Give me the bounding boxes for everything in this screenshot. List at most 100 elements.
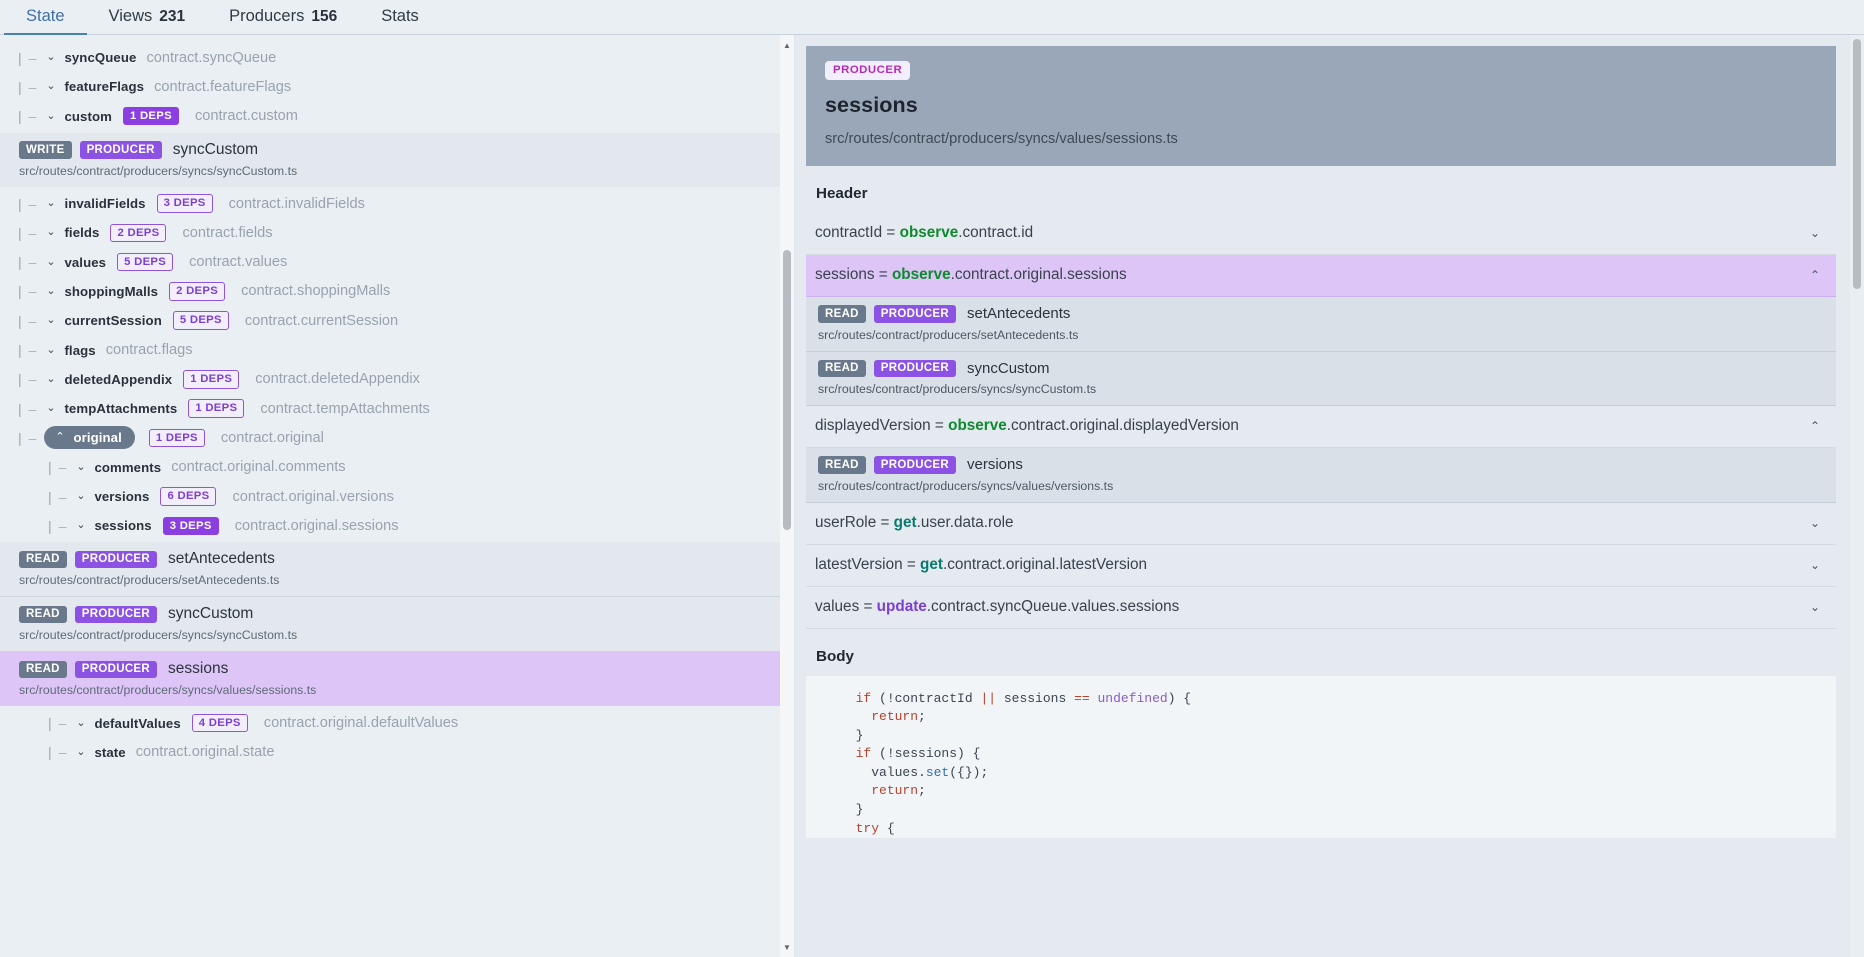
producer-card-header: READ PRODUCER versions	[818, 456, 1824, 474]
chevron-up-icon[interactable]: ⌃	[1810, 269, 1820, 281]
header-dependency-row[interactable]: sessions = observe.contract.original.ses…	[806, 255, 1836, 297]
tree-scrollbar-thumb[interactable]	[783, 250, 791, 530]
equals-sign: =	[882, 224, 900, 241]
chevron-down-icon[interactable]: ⌄	[74, 746, 87, 758]
header-dependency-row[interactable]: latestVersion = get.contract.original.la…	[806, 545, 1836, 587]
selected-node-pill[interactable]: ⌃ original	[44, 426, 135, 450]
chevron-down-icon[interactable]: ⌄	[1810, 227, 1820, 239]
header-section-title: Header	[816, 185, 868, 202]
chevron-down-icon[interactable]: ⌄	[44, 198, 57, 209]
deps-badge[interactable]: 5 DEPS	[172, 311, 229, 330]
dependency-keyword: observe	[891, 266, 951, 283]
state-tree-row[interactable]: | – ⌄ deletedAppendix 1 DEPS contract.deleted…	[0, 365, 794, 394]
chevron-down-icon[interactable]: ⌄	[44, 110, 57, 122]
deps-badge[interactable]: 3 DEPS	[156, 194, 213, 213]
chevron-down-icon[interactable]: ⌄	[44, 403, 57, 414]
tree-guide-icon: | –	[48, 744, 67, 761]
deps-badge[interactable]: 2 DEPS	[110, 223, 167, 243]
state-tree-row[interactable]: | – ⌄ featureFlags contract.featureFlags	[0, 72, 794, 101]
dependency-producer-card[interactable]: READ PRODUCER syncCustom src/routes/contrac…	[806, 351, 1836, 406]
chevron-down-icon[interactable]: ⌄	[74, 491, 87, 502]
detail-scrollbar-thumb[interactable]	[1853, 39, 1861, 289]
state-tree-row[interactable]: | – ⌄ fields 2 DEPS contract.fields	[0, 218, 794, 247]
node-state-path: contract.tempAttachments	[260, 400, 430, 417]
chevron-down-icon[interactable]: ⌄	[1810, 517, 1820, 529]
tab-producers[interactable]: Producers 156	[207, 0, 359, 35]
code-token: ({});	[949, 764, 989, 780]
node-name: versions	[94, 489, 150, 504]
node-name: state	[94, 744, 126, 760]
chevron-up-icon[interactable]: ⌃	[53, 432, 66, 443]
chevron-down-icon[interactable]: ⌄	[74, 520, 87, 531]
chevron-down-icon[interactable]: ⌄	[44, 256, 57, 268]
chevron-down-icon[interactable]: ⌄	[44, 285, 57, 297]
deps-badge[interactable]: 2 DEPS	[169, 282, 226, 301]
main-tabbar: State Views 231 Producers 156 Stats	[0, 0, 1864, 35]
tab-stats[interactable]: Stats	[359, 0, 441, 35]
producer-card-header: READ PRODUCER syncCustom	[19, 605, 782, 624]
deps-badge[interactable]: 6 DEPS	[160, 487, 217, 506]
tab-views[interactable]: Views 231	[87, 0, 208, 35]
state-tree-row[interactable]: | – ⌄ state contract.original.state	[0, 738, 794, 767]
dependency-keyword: update	[876, 597, 927, 615]
producer-path: src/routes/contract/producers/syncs/valu…	[19, 683, 317, 698]
chevron-down-icon[interactable]: ⌄	[44, 52, 57, 63]
code-line: try {	[806, 820, 1836, 839]
state-tree-row[interactable]: | – ⌄ comments contract.original.comments	[0, 453, 794, 482]
deps-badge[interactable]: 1 DEPS	[122, 106, 179, 126]
chevron-down-icon[interactable]: ⌄	[44, 315, 57, 326]
scroll-down-arrow-icon[interactable]: ▼	[780, 939, 794, 955]
state-tree-row[interactable]: | – ⌄ sessions 3 DEPS contract.original.sessi…	[0, 511, 794, 540]
code-token: return	[871, 783, 919, 799]
chevron-down-icon[interactable]: ⌄	[44, 81, 57, 92]
deps-badge[interactable]: 1 DEPS	[148, 428, 205, 448]
header-dependency-row[interactable]: displayedVersion = observe.contract.orig…	[806, 406, 1836, 448]
detail-scrollbar[interactable]	[1850, 35, 1864, 957]
code-token: return	[871, 709, 919, 725]
dependency-producer-card[interactable]: READ PRODUCER versions src/routes/contract/…	[806, 448, 1836, 503]
state-tree-row[interactable]: | – ⌃ original 1 DEPS contract.original	[0, 423, 794, 452]
tree-scrollbar[interactable]: ▲ ▼	[780, 35, 794, 957]
deps-badge[interactable]: 4 DEPS	[191, 713, 248, 733]
state-tree-row[interactable]: | – ⌄ currentSession 5 DEPS contract.currentS…	[0, 306, 794, 335]
state-tree-row[interactable]: | – ⌄ syncQueue contract.syncQueue	[0, 43, 794, 72]
chevron-down-icon[interactable]: ⌄	[44, 344, 57, 356]
state-tree-row[interactable]: | – ⌄ versions 6 DEPS contract.original.versi…	[0, 482, 794, 511]
state-tree-row[interactable]: | – ⌄ defaultValues 4 DEPS contract.original.…	[0, 708, 794, 737]
node-state-path: contract.shoppingMalls	[241, 283, 391, 300]
producer-detail-scroll: PRODUCER sessions src/routes/contract/pr…	[795, 35, 1850, 957]
chevron-down-icon[interactable]: ⌄	[1810, 601, 1820, 613]
chevron-down-icon[interactable]: ⌄	[74, 717, 87, 729]
state-tree-row[interactable]: | – ⌄ shoppingMalls 2 DEPS contract.shoppingM…	[0, 277, 794, 306]
dependency-producer-card[interactable]: READ PRODUCER setAntecedents src/routes/con…	[806, 297, 1836, 352]
tree-guide-icon: | –	[48, 517, 67, 534]
header-dependency-row[interactable]: values = update.contract.syncQueue.value…	[806, 587, 1836, 629]
code-token: ==	[1074, 690, 1090, 706]
chevron-down-icon[interactable]: ⌄	[74, 461, 87, 473]
dependency-variable: contractId	[815, 224, 883, 241]
state-tree-row[interactable]: | – ⌄ values 5 DEPS contract.values	[0, 247, 794, 276]
state-tree-row[interactable]: | – ⌄ invalidFields 3 DEPS contract.invalidFi…	[0, 189, 794, 218]
scroll-up-arrow-icon[interactable]: ▲	[780, 37, 794, 53]
state-tree-row[interactable]: | – ⌄ flags contract.flags	[0, 335, 794, 364]
code-line: values.set({});	[806, 764, 1836, 783]
chevron-down-icon[interactable]: ⌄	[1810, 559, 1820, 571]
chevron-up-icon[interactable]: ⌃	[1810, 420, 1820, 432]
state-tree-row[interactable]: | – ⌄ tempAttachments 1 DEPS contract.tempAtt…	[0, 394, 794, 423]
producer-card[interactable]: READ PRODUCER sessions src/routes/contract/…	[0, 652, 794, 707]
chevron-down-icon[interactable]: ⌄	[44, 373, 57, 385]
equals-sign: =	[874, 266, 892, 283]
header-dependency-row[interactable]: contractId = observe.contract.id ⌄	[806, 213, 1836, 255]
producer-card[interactable]: READ PRODUCER setAntecedents src/routes/con…	[0, 542, 794, 598]
chevron-down-icon[interactable]: ⌄	[44, 227, 57, 238]
header-dependency-row[interactable]: userRole = get.user.data.role ⌄	[806, 503, 1836, 545]
deps-badge[interactable]: 5 DEPS	[117, 252, 174, 272]
producer-card[interactable]: READ PRODUCER syncCustom src/routes/contrac…	[0, 597, 794, 653]
deps-badge[interactable]: 1 DEPS	[188, 399, 245, 418]
tab-state[interactable]: State	[4, 0, 87, 35]
deps-badge[interactable]: 3 DEPS	[162, 516, 219, 536]
producer-card[interactable]: WRITE PRODUCER syncCustom src/routes/contra…	[0, 132, 794, 187]
state-tree-row[interactable]: | – ⌄ custom 1 DEPS contract.custom	[0, 102, 794, 131]
deps-badge[interactable]: 1 DEPS	[183, 370, 240, 389]
